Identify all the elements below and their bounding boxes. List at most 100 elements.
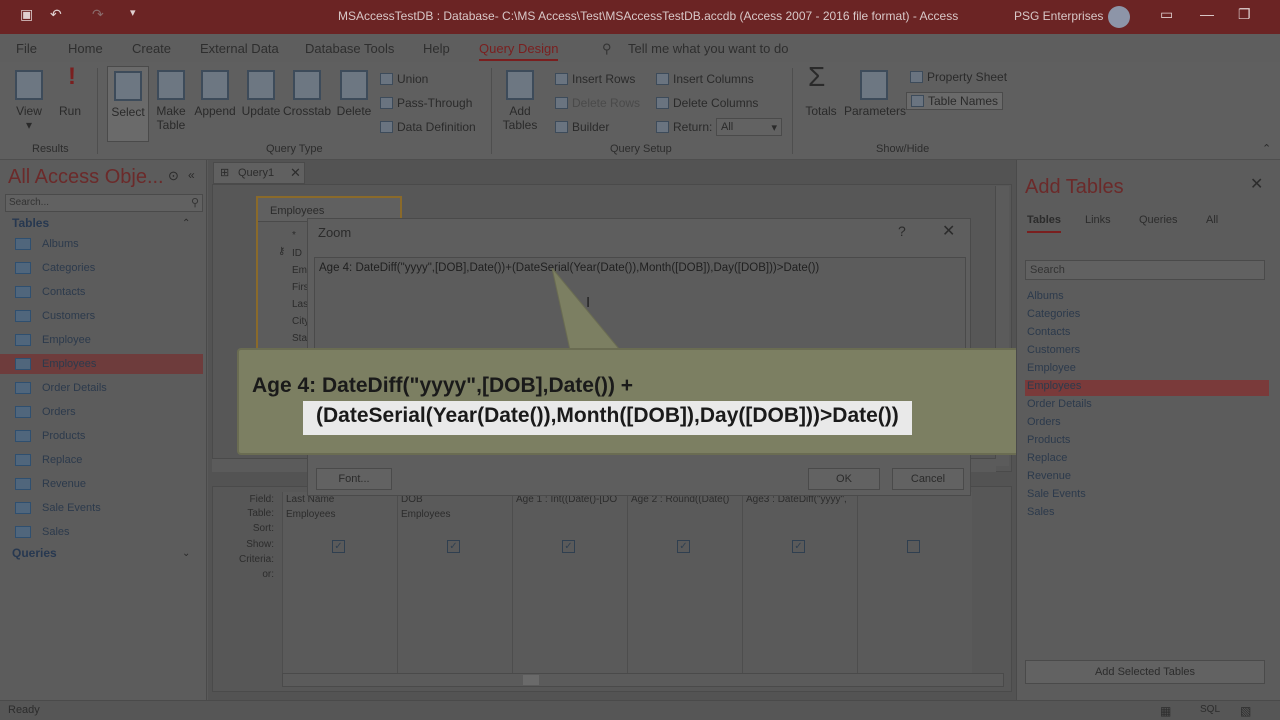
field-list-item[interactable]: Las [292, 299, 308, 310]
nav-menu-icon[interactable]: ⊙ [168, 168, 179, 184]
parameters-button[interactable]: Parameters [844, 70, 906, 118]
add-tables-tab-tables[interactable]: Tables [1027, 214, 1062, 233]
tab-query-design[interactable]: Query Design [479, 41, 559, 61]
make-table-button[interactable]: Make Table [152, 70, 190, 132]
show-checkbox[interactable]: ✓ [447, 540, 460, 553]
grid-table-cell[interactable]: Employees [286, 509, 396, 520]
nav-table-orders[interactable]: Orders [0, 402, 203, 422]
field-list-item[interactable]: * [292, 230, 296, 241]
tell-me-search[interactable]: Tell me what you want to do [628, 41, 788, 56]
tab-database-tools[interactable]: Database Tools [305, 41, 394, 56]
avatar[interactable] [1108, 6, 1130, 28]
help-icon[interactable]: ? [898, 223, 906, 239]
add-tables-item[interactable]: Customers [1027, 344, 1271, 360]
add-tables-item[interactable]: Orders [1027, 416, 1271, 432]
close-icon[interactable]: ✕ [290, 165, 301, 181]
grid-horizontal-scrollbar[interactable] [282, 673, 1004, 687]
shutter-bar-icon[interactable]: « [188, 168, 195, 182]
nav-table-sale-events[interactable]: Sale Events [0, 498, 203, 518]
minimize-icon[interactable]: — [1200, 6, 1214, 22]
save-icon[interactable]: ▣ [20, 6, 33, 23]
nav-section-queries[interactable]: Queries [12, 546, 57, 560]
expand-down-icon[interactable]: ⌄ [182, 548, 190, 559]
nav-table-albums[interactable]: Albums [0, 234, 203, 254]
scrollbar-thumb[interactable] [523, 675, 539, 685]
grid-table-cell[interactable]: Employees [401, 509, 511, 520]
redo-icon[interactable]: ↷ [92, 6, 104, 23]
ribbon-display-options-icon[interactable]: ▭ [1160, 6, 1173, 23]
nav-section-tables[interactable]: Tables [12, 216, 49, 230]
crosstab-button[interactable]: Crosstab [283, 70, 331, 118]
add-tables-item[interactable]: Products [1027, 434, 1271, 450]
tab-external-data[interactable]: External Data [200, 41, 279, 56]
add-tables-tab-all[interactable]: All [1206, 214, 1218, 226]
collapse-up-icon[interactable]: ⌃ [182, 218, 190, 229]
add-tables-search-input[interactable]: Search [1025, 260, 1265, 280]
restore-icon[interactable]: ❐ [1238, 6, 1251, 23]
insert-columns-button[interactable]: Insert Columns [656, 72, 754, 86]
add-tables-item[interactable]: Categories [1027, 308, 1271, 324]
collapse-ribbon-icon[interactable]: ⌃ [1262, 142, 1271, 155]
append-button[interactable]: Append [193, 70, 237, 118]
nav-table-products[interactable]: Products [0, 426, 203, 446]
tab-file[interactable]: File [16, 41, 37, 56]
ok-button[interactable]: OK [808, 468, 880, 490]
nav-table-employees[interactable]: Employees [0, 354, 203, 374]
table-names-button[interactable]: Table Names [906, 92, 1004, 110]
nav-table-revenue[interactable]: Revenue [0, 474, 203, 494]
add-tables-item[interactable]: Sales [1027, 506, 1271, 522]
view-button[interactable]: View ▾ [10, 70, 48, 132]
select-query-button[interactable]: Select [107, 66, 149, 142]
property-sheet-button[interactable]: Property Sheet [910, 70, 1007, 84]
tab-help[interactable]: Help [423, 41, 450, 56]
customize-quick-access-icon[interactable]: ▾ [130, 6, 136, 19]
field-list-item[interactable]: Sta [292, 333, 307, 344]
cancel-button[interactable]: Cancel [892, 468, 964, 490]
delete-query-button[interactable]: Delete [334, 70, 374, 118]
builder-button[interactable]: Builder [555, 120, 609, 134]
grid-column[interactable]: Age3 : DateDiff("yyyy", ✓ [742, 492, 857, 682]
insert-rows-button[interactable]: Insert Rows [555, 72, 635, 86]
add-tables-tab-queries[interactable]: Queries [1139, 214, 1178, 226]
run-button[interactable]: ! Run [54, 65, 86, 119]
nav-table-employee[interactable]: Employee [0, 330, 203, 350]
show-checkbox[interactable]: ✓ [332, 540, 345, 553]
field-list-item[interactable]: ID [292, 248, 302, 259]
update-button[interactable]: Update [239, 70, 283, 118]
add-tables-item[interactable]: Revenue [1027, 470, 1271, 486]
nav-table-contacts[interactable]: Contacts [0, 282, 203, 302]
datasheet-view-icon[interactable]: ▦ [1160, 704, 1171, 718]
grid-column[interactable]: Age 1 : Int((Date()-[DO ✓ [512, 492, 627, 682]
nav-table-sales[interactable]: Sales [0, 522, 203, 542]
grid-column[interactable]: Last Name Employees ✓ [282, 492, 397, 682]
field-list-item[interactable]: Em [292, 265, 307, 276]
nav-table-categories[interactable]: Categories [0, 258, 203, 278]
return-dropdown[interactable]: All ▾ [716, 118, 782, 136]
delete-rows-button[interactable]: Delete Rows [555, 96, 640, 110]
add-tables-item[interactable]: Sale Events [1027, 488, 1271, 504]
union-button[interactable]: Union [380, 72, 428, 86]
delete-columns-button[interactable]: Delete Columns [656, 96, 758, 110]
data-definition-button[interactable]: Data Definition [380, 120, 476, 134]
add-tables-button[interactable]: Add Tables [500, 70, 540, 132]
add-tables-item[interactable]: Contacts [1027, 326, 1271, 342]
show-checkbox[interactable]: ✓ [562, 540, 575, 553]
nav-search-input[interactable]: Search... ⚲ [5, 194, 203, 212]
tab-create[interactable]: Create [132, 41, 171, 56]
add-tables-tab-links[interactable]: Links [1085, 214, 1111, 226]
add-tables-item[interactable]: Albums [1027, 290, 1271, 306]
add-tables-item-selected[interactable]: Employees [1025, 380, 1269, 396]
tab-home[interactable]: Home [68, 41, 103, 56]
nav-pane-title[interactable]: All Access Obje... [8, 166, 164, 189]
totals-button[interactable]: Σ Totals [802, 63, 840, 119]
add-tables-item[interactable]: Replace [1027, 452, 1271, 468]
grid-column[interactable]: DOB Employees ✓ [397, 492, 512, 682]
font-button[interactable]: Font... [316, 468, 392, 490]
tab-query1[interactable]: ⊞ Query1 ✕ [213, 162, 305, 184]
show-checkbox[interactable]: ✓ [677, 540, 690, 553]
undo-icon[interactable]: ↶ [50, 6, 62, 23]
nav-table-replace[interactable]: Replace [0, 450, 203, 470]
nav-table-order-details[interactable]: Order Details [0, 378, 203, 398]
design-view-icon[interactable]: ▧ [1240, 704, 1251, 718]
close-icon[interactable]: ✕ [942, 221, 955, 241]
